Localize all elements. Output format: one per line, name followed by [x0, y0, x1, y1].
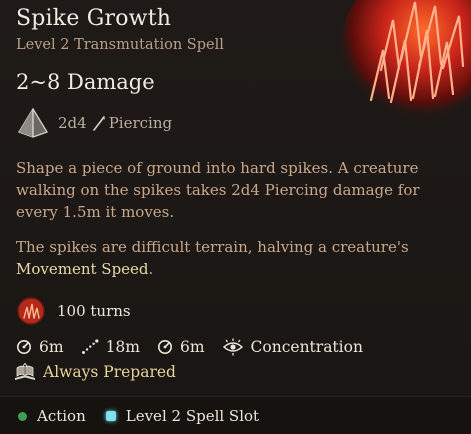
radius-icon — [157, 340, 172, 354]
damage-dice-row: 2d4 Piercing — [16, 106, 172, 140]
duration-text: 100 turns — [57, 302, 131, 320]
piercing-icon — [92, 116, 105, 131]
spell-tooltip: Spike Growth Level 2 Transmutation Spell… — [0, 0, 471, 434]
spell-slot-label: Level 2 Spell Slot — [125, 407, 260, 425]
cost-footer: Action Level 2 Spell Slot — [0, 396, 471, 434]
spike-growth-duration-icon — [17, 297, 45, 325]
reach-value: 18m — [105, 338, 140, 356]
concentration-stat: Concentration — [222, 338, 363, 356]
always-prepared-label: Always Prepared — [43, 363, 176, 381]
action-cost-label: Action — [37, 407, 86, 425]
range-icon — [17, 340, 31, 354]
spell-subtitle: Level 2 Transmutation Spell — [16, 37, 224, 53]
damage-type: Piercing — [108, 114, 173, 132]
action-dot-icon — [18, 411, 27, 421]
movement-speed-link[interactable]: Movement Speed — [16, 260, 149, 278]
concentration-label: Concentration — [250, 338, 363, 356]
radius-stat: 6m — [157, 338, 205, 356]
d4-die-icon — [17, 107, 49, 138]
range-stat: 6m — [16, 338, 64, 356]
damage-range: 2~8 Damage — [16, 70, 155, 94]
spellbook-icon — [15, 363, 35, 380]
spell-name: Spike Growth — [16, 6, 172, 31]
description-paragraph-2: The spikes are difficult terrain, halvin… — [16, 236, 461, 280]
description-text: The spikes are difficult terrain, halvin… — [16, 238, 409, 256]
spell-slot-icon — [105, 411, 116, 421]
description-period: . — [148, 260, 154, 278]
reach-stat: 18m — [81, 338, 140, 356]
radius-value: 6m — [179, 338, 205, 356]
spike-growth-art-icon — [341, 0, 471, 120]
damage-dice: 2d4 — [58, 114, 87, 132]
always-prepared-row: Always Prepared — [14, 361, 176, 383]
concentration-icon — [222, 338, 243, 356]
duration-row: 100 turns — [16, 296, 131, 326]
range-value: 6m — [39, 338, 64, 356]
description-paragraph-1: Shape a piece of ground into hard spikes… — [16, 159, 420, 221]
stats-row: 6m 18m 6m Concentration — [16, 336, 380, 358]
reach-icon — [81, 339, 98, 354]
